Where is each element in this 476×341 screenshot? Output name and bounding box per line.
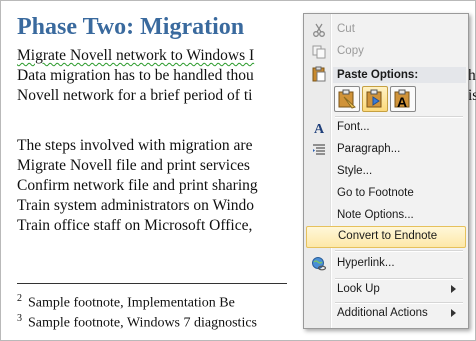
paste-keep-formatting-button[interactable]: [334, 86, 360, 112]
menu-item-style[interactable]: Style...: [306, 162, 464, 182]
clipboard-icon: [311, 66, 327, 82]
scissors-icon: [311, 22, 327, 38]
paste-text-only-icon: A: [394, 89, 410, 110]
doc-line-6[interactable]: Migrate Novell file and print services: [17, 157, 250, 175]
menu-item-goto-footnote-label: Go to Footnote: [337, 187, 414, 199]
paste-keep-formatting-icon: [338, 89, 356, 109]
doc-right-fragment-2: is: [468, 87, 476, 104]
menu-item-hyperlink-label: Hyperlink...: [337, 257, 395, 269]
menu-item-paragraph[interactable]: Paragraph...: [306, 140, 464, 160]
doc-line-2[interactable]: Data migration has to be handled thou: [17, 67, 254, 85]
menu-item-cut[interactable]: Cut: [306, 20, 464, 40]
menu-item-copy-label: Copy: [337, 45, 364, 57]
paragraph-icon: [311, 142, 327, 158]
paste-merge-formatting-button[interactable]: [362, 86, 388, 112]
context-menu: Cut Copy Paste Options: A A Font... Para…: [303, 13, 469, 329]
menu-item-hyperlink[interactable]: Hyperlink...: [306, 254, 464, 274]
doc-line-3[interactable]: Novell network for a brief period of ti: [17, 87, 252, 105]
submenu-arrow-icon: [451, 309, 456, 317]
doc-line-9[interactable]: Train office staff on Microsoft Office,: [17, 217, 252, 235]
menu-item-convert-endnote[interactable]: Convert to Endnote: [306, 226, 466, 248]
footnote-3[interactable]: 3 Sample footnote, Windows 7 diagnostics: [17, 313, 257, 332]
submenu-arrow-icon: [451, 285, 456, 293]
font-a-icon: A: [311, 120, 327, 137]
menu-item-lookup-label: Look Up: [337, 283, 380, 295]
doc-line-8[interactable]: Train system administrators on Windo: [17, 197, 254, 215]
heading-phase-two: Phase Two: Migration: [17, 14, 245, 40]
footnote-2-number: 2: [17, 293, 22, 304]
paste-options-label: Paste Options:: [337, 69, 419, 81]
footnote-3-number: 3: [17, 313, 22, 324]
doc-line-5[interactable]: The steps involved with migration are: [17, 137, 252, 155]
footnote-3-text: Sample footnote, Windows 7 diagnostics: [28, 315, 257, 331]
svg-text:A: A: [314, 122, 325, 136]
doc-line-1-squiggle: Migrate Novell network to Windows I: [17, 47, 255, 64]
paste-merge-formatting-icon: [366, 89, 382, 108]
footnote-2[interactable]: 2 Sample footnote, Implementation Be: [17, 293, 235, 312]
menu-item-goto-footnote[interactable]: Go to Footnote: [306, 184, 464, 204]
menu-item-additional-actions-label: Additional Actions: [337, 307, 428, 319]
paste-text-only-button[interactable]: A: [390, 86, 416, 112]
menu-separator-2: [335, 250, 463, 252]
doc-line-7[interactable]: Confirm network file and print sharing: [17, 177, 258, 195]
doc-right-fragment-1: hi: [468, 67, 476, 84]
menu-item-additional-actions[interactable]: Additional Actions: [306, 304, 464, 324]
menu-item-note-options-label: Note Options...: [337, 209, 414, 221]
doc-line-1[interactable]: Migrate Novell network to Windows I: [17, 47, 254, 65]
menu-item-font-label: Font...: [337, 121, 370, 133]
menu-item-font[interactable]: A Font...: [306, 118, 464, 138]
menu-item-copy[interactable]: Copy: [306, 42, 464, 62]
menu-item-note-options[interactable]: Note Options...: [306, 206, 464, 226]
footnote-separator: [17, 283, 287, 284]
footnote-2-text: Sample footnote, Implementation Be: [28, 295, 235, 311]
globe-link-icon: [311, 256, 327, 272]
menu-item-cut-label: Cut: [337, 23, 355, 35]
copy-icon: [311, 44, 327, 60]
menu-item-paragraph-label: Paragraph...: [337, 143, 401, 155]
paste-options-header: Paste Options:: [333, 67, 466, 83]
menu-item-convert-endnote-label: Convert to Endnote: [338, 230, 438, 242]
menu-item-lookup[interactable]: Look Up: [306, 280, 464, 300]
menu-item-style-label: Style...: [337, 165, 373, 177]
svg-text:A: A: [397, 94, 407, 110]
